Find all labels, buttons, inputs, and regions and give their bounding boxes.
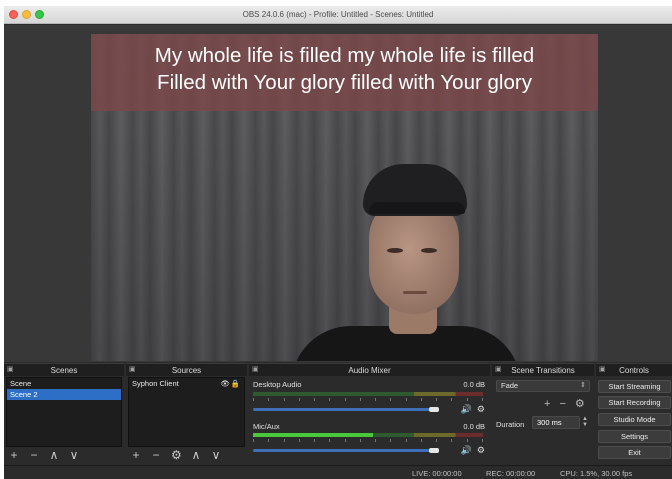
transition-toolbar: + − ⚙	[544, 399, 585, 410]
source-item-label: Syphon Client	[132, 379, 179, 388]
cpu-fps-readout: CPU: 1.5%, 30.00 fps	[560, 469, 633, 478]
lyric-line-1: My whole life is filled my whole life is…	[154, 44, 535, 67]
source-item[interactable]: Syphon Client 👁 🔒	[129, 378, 244, 389]
meter-background	[253, 392, 483, 396]
speaker-icon[interactable]: 🔊	[461, 404, 472, 415]
rec-timer: REC: 00:00:00	[486, 469, 536, 478]
scene-item[interactable]: Scene	[7, 378, 121, 389]
chevron-updown-icon: ⇕	[580, 382, 586, 389]
scene-item-label: Scene	[10, 379, 32, 388]
add-source-button[interactable]: +	[131, 449, 141, 461]
track-name: Mic/Aux	[253, 422, 280, 431]
mic-aux-track: Mic/Aux 0.0 dB 🔊 ⚙	[251, 421, 489, 461]
live-timer: LIVE: 00:00:00	[412, 469, 462, 478]
sources-toolbar: + − ⚙ ∧ ∨	[128, 448, 221, 462]
volume-slider-handle[interactable]	[429, 407, 439, 412]
scene-transitions-title: Scene Transitions	[511, 366, 575, 375]
preview-area: My whole life is filled my whole life is…	[4, 25, 672, 362]
controls-dock-header: ▣ Controls	[596, 363, 672, 376]
track-name: Desktop Audio	[253, 380, 302, 389]
eye-icon[interactable]: 👁	[220, 378, 230, 389]
remove-scene-button[interactable]: −	[29, 449, 39, 461]
transition-properties-gear-icon[interactable]: ⚙	[575, 399, 585, 410]
move-source-up-button[interactable]: ∧	[191, 449, 201, 461]
transition-select-value: Fade	[501, 381, 519, 390]
scenes-dock-header: ▣ Scenes	[4, 363, 124, 376]
volume-slider-handle[interactable]	[429, 448, 439, 453]
audio-mixer-title: Audio Mixer	[348, 366, 391, 375]
volume-meter	[253, 392, 483, 396]
program-preview[interactable]: My whole life is filled my whole life is…	[91, 34, 598, 361]
remove-source-button[interactable]: −	[151, 449, 161, 461]
audio-mixer-dock-header: ▣ Audio Mixer	[249, 363, 490, 376]
sources-title: Sources	[171, 366, 202, 375]
title-bar: OBS 24.0.6 (mac) - Profile: Untitled - S…	[4, 6, 672, 24]
scenes-toolbar: + − ∧ ∨	[6, 448, 79, 462]
sources-dock-header: ▣ Sources	[126, 363, 247, 376]
settings-button[interactable]: Settings	[598, 430, 671, 443]
scene-item-label: Scene 2	[10, 390, 38, 399]
status-bar: LIVE: 00:00:00 REC: 00:00:00 CPU: 1.5%, …	[4, 465, 672, 479]
lock-icon[interactable]: 🔒	[231, 378, 240, 389]
move-source-down-button[interactable]: ∨	[211, 449, 221, 461]
scene-item-selected[interactable]: Scene 2	[7, 389, 121, 400]
volume-meter	[253, 433, 483, 437]
track-db: 0.0 dB	[463, 422, 485, 431]
start-recording-button[interactable]: Start Recording	[598, 396, 671, 409]
start-streaming-button[interactable]: Start Streaming	[598, 380, 671, 393]
duration-label: Duration	[496, 420, 525, 429]
meter-level	[253, 433, 373, 437]
webcam-person	[291, 156, 551, 361]
desktop-audio-track: Desktop Audio 0.0 dB 🔊 ⚙	[251, 379, 489, 419]
add-transition-button[interactable]: +	[544, 399, 550, 410]
studio-mode-button[interactable]: Studio Mode	[598, 413, 671, 426]
sources-list[interactable]: Syphon Client 👁 🔒	[128, 377, 245, 447]
track-controls: 🔊 ⚙	[461, 445, 485, 456]
window-title: OBS 24.0.6 (mac) - Profile: Untitled - S…	[242, 10, 434, 19]
move-scene-down-button[interactable]: ∨	[69, 449, 79, 461]
duration-stepper-icon[interactable]: ▲ ▼	[582, 416, 588, 428]
person-cap-brim	[369, 202, 465, 214]
gear-icon[interactable]: ⚙	[477, 404, 485, 415]
volume-slider[interactable]	[253, 448, 439, 453]
scene-transitions-dock-header: ▣ Scene Transitions	[492, 363, 594, 376]
gear-icon[interactable]: ⚙	[477, 445, 485, 456]
meter-ticks	[253, 398, 483, 402]
volume-slider[interactable]	[253, 407, 439, 412]
move-scene-up-button[interactable]: ∧	[49, 449, 59, 461]
obs-window: OBS 24.0.6 (mac) - Profile: Untitled - S…	[4, 6, 672, 479]
person-eye-right	[421, 248, 437, 253]
add-scene-button[interactable]: +	[9, 449, 19, 461]
duration-input[interactable]: 300 ms	[532, 416, 580, 429]
meter-ticks	[253, 439, 483, 443]
track-controls: 🔊 ⚙	[461, 404, 485, 415]
lyric-line-2: Filled with Your glory filled with Your …	[157, 71, 532, 94]
person-eye-left	[387, 248, 403, 253]
source-properties-gear-icon[interactable]: ⚙	[171, 449, 182, 461]
scenes-title: Scenes	[50, 366, 78, 375]
exit-button[interactable]: Exit	[598, 446, 671, 459]
scenes-list[interactable]: Scene Scene 2	[6, 377, 122, 447]
controls-title: Controls	[619, 366, 649, 375]
dock-area: ▣ Scenes Scene Scene 2 + − ∧ ∨ ▣ Sources…	[4, 363, 672, 463]
speaker-icon[interactable]: 🔊	[461, 445, 472, 456]
remove-transition-button[interactable]: −	[559, 399, 565, 410]
transition-select[interactable]: Fade ⇕	[496, 380, 590, 392]
person-mouth	[403, 291, 427, 294]
track-db: 0.0 dB	[463, 380, 485, 389]
